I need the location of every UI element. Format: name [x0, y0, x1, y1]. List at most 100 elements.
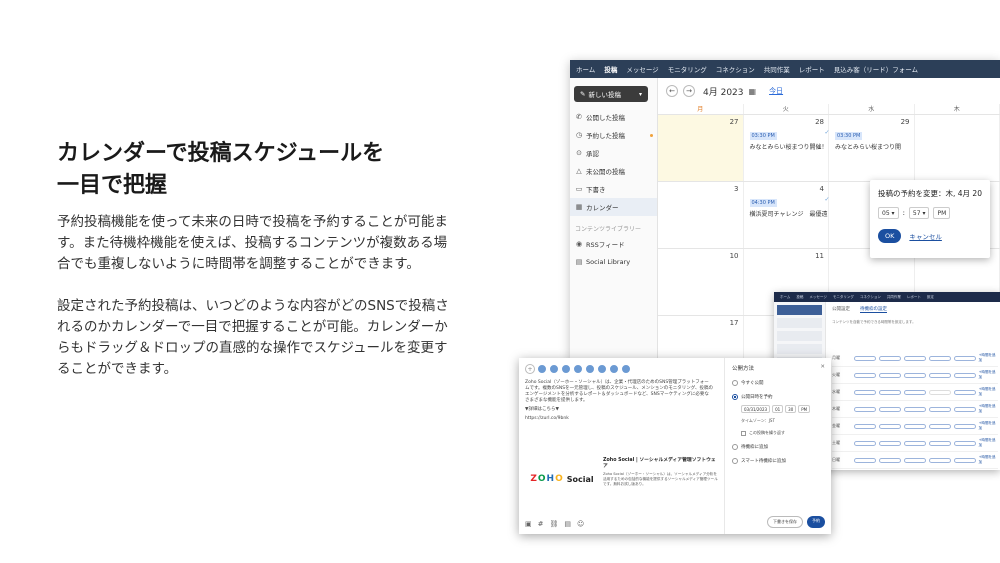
minute-select[interactable]: 30: [785, 405, 797, 413]
time-slot[interactable]: [903, 440, 926, 446]
time-slot[interactable]: [953, 457, 976, 463]
calendar-event[interactable]: 03:30 PM ✓ みなとみらい桜まつり開催！: [749, 129, 830, 151]
time-slot[interactable]: [903, 372, 926, 378]
sidebar-item-scheduled[interactable]: ◷ 予約した投稿: [570, 126, 657, 144]
calendar-day-cell[interactable]: 27: [658, 115, 744, 181]
radio-button[interactable]: [732, 394, 738, 400]
channel-avatar[interactable]: [561, 364, 571, 374]
next-month-button[interactable]: →: [683, 85, 695, 97]
time-slot[interactable]: [903, 355, 926, 361]
calendar-picker-icon[interactable]: ▦: [749, 87, 757, 96]
time-slot[interactable]: [853, 457, 876, 463]
radio-button[interactable]: [732, 380, 738, 386]
time-slot[interactable]: [953, 355, 976, 361]
time-slot[interactable]: [903, 406, 926, 412]
option-smart-queue[interactable]: スマート待機枠に追加: [732, 458, 825, 464]
calendar-day-cell[interactable]: 10: [658, 249, 744, 315]
calendar-day-cell[interactable]: 28 03:30 PM ✓ みなとみらい桜まつり開催！: [744, 115, 830, 181]
today-link[interactable]: 今日: [769, 86, 783, 96]
channel-avatar[interactable]: [573, 364, 583, 374]
channel-avatar[interactable]: [597, 364, 607, 374]
nav-item[interactable]: 共同作業: [887, 295, 901, 300]
time-slot[interactable]: [853, 406, 876, 412]
checkbox[interactable]: [741, 430, 746, 436]
time-slot[interactable]: [928, 372, 951, 378]
time-slot[interactable]: [853, 423, 876, 429]
calendar-day-cell[interactable]: [915, 115, 1000, 181]
minute-select[interactable]: 57 ▾: [908, 207, 930, 219]
tab-publish-settings[interactable]: 公開設定: [832, 306, 850, 313]
add-time-link[interactable]: +時間を追加: [979, 438, 998, 448]
add-time-link[interactable]: +時間を追加: [979, 455, 998, 465]
channel-avatar[interactable]: [549, 364, 559, 374]
time-slot[interactable]: [928, 406, 951, 412]
hour-select[interactable]: 01: [772, 405, 784, 413]
nav-item[interactable]: モニタリング: [833, 295, 854, 300]
add-time-link[interactable]: +時間を追加: [979, 421, 998, 431]
add-time-link[interactable]: +時間を追加: [979, 370, 998, 380]
prev-month-button[interactable]: ←: [666, 85, 678, 97]
add-time-link[interactable]: +時間を追加: [979, 404, 998, 414]
calendar-day-cell[interactable]: 3: [658, 182, 744, 248]
option-schedule[interactable]: 公開日時を予約: [732, 394, 825, 400]
nav-collaboration[interactable]: 共同作業: [764, 64, 790, 74]
time-slot[interactable]: [878, 372, 901, 378]
calendar-day-cell[interactable]: 17: [658, 316, 744, 360]
close-icon[interactable]: ✕: [820, 364, 825, 372]
post-text-area[interactable]: Zoho Social（ゾーホー・ソーシャル）は、企業・代理店のためのSNS管理…: [519, 374, 719, 422]
add-time-link[interactable]: +時間を追加: [979, 353, 998, 363]
time-slot[interactable]: [853, 355, 876, 361]
sidebar-item-approval[interactable]: ⊙ 承認: [570, 144, 657, 162]
sidebar-item-calendar[interactable]: ▦ カレンダー: [570, 198, 657, 216]
new-post-button[interactable]: ✎ 新しい投稿 ▾: [574, 86, 648, 102]
ampm-select[interactable]: PM: [798, 405, 811, 413]
nav-reports[interactable]: レポート: [799, 64, 825, 74]
time-slot[interactable]: [878, 389, 901, 395]
time-slot[interactable]: [853, 440, 876, 446]
link-icon[interactable]: ⛓: [550, 520, 559, 528]
time-slot[interactable]: [953, 423, 976, 429]
hashtag-icon[interactable]: #: [538, 520, 544, 528]
calendar-day-cell[interactable]: 4 04:30 PM ✓ 横浜夏司チャレンジ 最優遠: [744, 182, 830, 248]
time-slot[interactable]: [928, 440, 951, 446]
time-slot[interactable]: [928, 355, 951, 361]
nav-home[interactable]: ホーム: [576, 64, 595, 74]
time-slot[interactable]: [878, 423, 901, 429]
sidebar-item[interactable]: [777, 318, 822, 328]
nav-item[interactable]: メッセージ: [809, 295, 826, 300]
date-input[interactable]: 03/31/2023: [741, 405, 771, 413]
calendar-day-cell[interactable]: 29 03:30 PM みなとみらい桜まつり開: [829, 115, 915, 181]
time-slot[interactable]: [953, 372, 976, 378]
time-slot[interactable]: [903, 457, 926, 463]
channel-avatar[interactable]: [537, 364, 547, 374]
nav-lead-forms[interactable]: 見込み客（リード）フォーム: [834, 64, 918, 74]
time-slot[interactable]: [878, 440, 901, 446]
nav-item[interactable]: コネクション: [860, 295, 881, 300]
time-slot[interactable]: [878, 355, 901, 361]
option-publish-now[interactable]: 今すぐ公開: [732, 380, 825, 386]
sidebar-item-social-library[interactable]: ▤ Social Library: [570, 253, 657, 271]
time-slot[interactable]: [953, 440, 976, 446]
nav-messages[interactable]: メッセージ: [626, 64, 658, 74]
sidebar-item-brand[interactable]: [777, 305, 822, 315]
nav-monitoring[interactable]: モニタリング: [668, 64, 707, 74]
channel-avatar[interactable]: [609, 364, 619, 374]
repeat-option[interactable]: この投稿を繰り返す: [741, 430, 825, 436]
time-slot[interactable]: [928, 389, 951, 395]
channel-avatar[interactable]: [621, 364, 631, 374]
sidebar-item-unpublished[interactable]: △ 未公開の投稿: [570, 162, 657, 180]
radio-button[interactable]: [732, 458, 738, 464]
add-time-link[interactable]: +時間を追加: [979, 387, 998, 397]
nav-item[interactable]: 投稿: [796, 295, 803, 300]
radio-button[interactable]: [732, 444, 738, 450]
nav-posts[interactable]: 投稿: [604, 64, 617, 74]
time-slot[interactable]: [878, 457, 901, 463]
nav-item[interactable]: レポート: [907, 295, 921, 300]
time-slot[interactable]: [853, 389, 876, 395]
time-slot[interactable]: [903, 389, 926, 395]
nav-item[interactable]: 設定: [927, 295, 934, 300]
ampm-select[interactable]: PM: [933, 207, 951, 219]
nav-item[interactable]: ホーム: [780, 295, 790, 300]
time-slot[interactable]: [928, 457, 951, 463]
time-slot[interactable]: [928, 423, 951, 429]
